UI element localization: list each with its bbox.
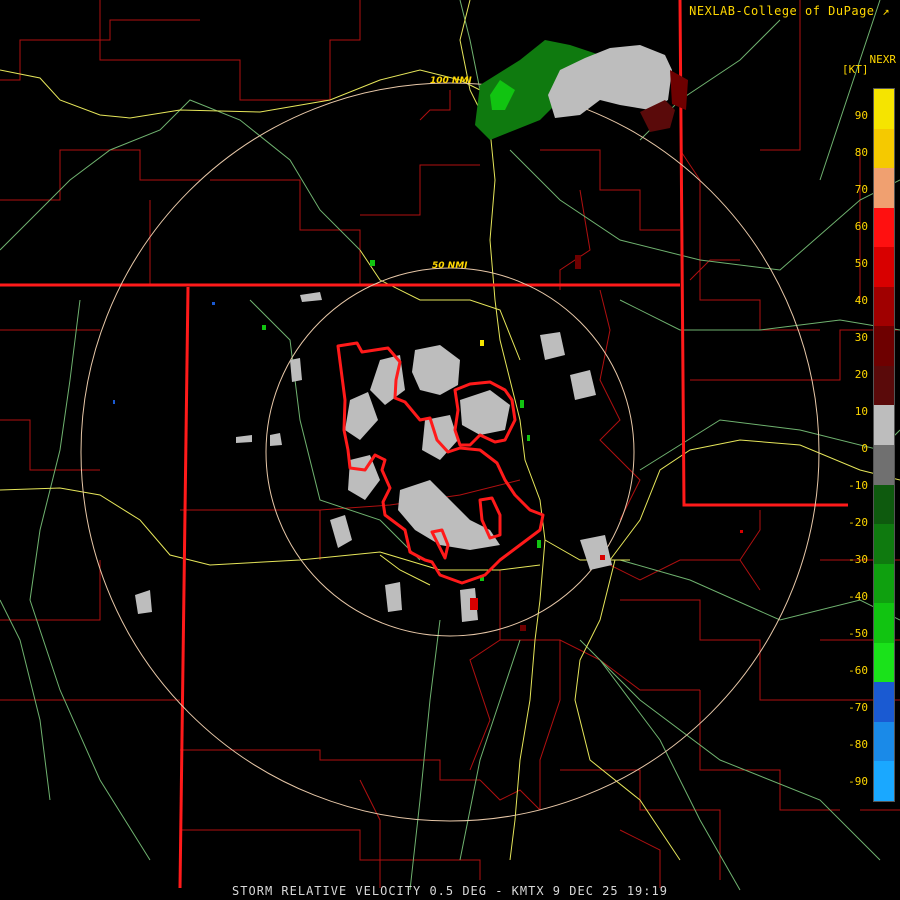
colorbar-tick-label: -10 <box>848 479 868 492</box>
colorbar-segment <box>874 682 894 723</box>
colorbar-tick-label: 10 <box>854 405 868 418</box>
product-code: NEXR <box>869 53 897 66</box>
colorbar-segment <box>874 445 894 486</box>
colorbar-segment <box>874 563 894 604</box>
colorbar-segment <box>874 286 894 327</box>
external-link-icon: ↗ <box>882 4 890 18</box>
colorbar-tick-label: 80 <box>854 146 868 159</box>
range-label-50: 50 NMI <box>432 261 468 271</box>
colorbar-tick-label: 30 <box>854 331 868 344</box>
colorbar-tick-label: 60 <box>854 220 868 233</box>
colorbar-segment <box>874 365 894 406</box>
range-label-100: 100 NMI <box>430 76 472 86</box>
colorbar-tick-label: 50 <box>854 257 868 270</box>
colorbar-tick-label: 70 <box>854 183 868 196</box>
colorbar-segment <box>874 168 894 209</box>
colorbar-tick-label: -40 <box>848 590 868 603</box>
colorbar-segment <box>874 326 894 367</box>
product-title: STORM RELATIVE VELOCITY 0.5 DEG - KMTX 9… <box>232 884 668 898</box>
credit-text: NEXLAB-College of DuPage <box>689 4 875 18</box>
colorbar-segment <box>874 247 894 288</box>
colorbar-segment <box>874 207 894 248</box>
colorbar-tick-label: -80 <box>848 738 868 751</box>
credit-label: NEXLAB-College of DuPage ↗ <box>689 4 890 18</box>
colorbar-tick-label: 90 <box>854 109 868 122</box>
colorbar-segment <box>874 128 894 169</box>
radar-map: 100 NMI 50 NMI <box>0 0 900 900</box>
colorbar-segment <box>874 721 894 762</box>
colorbar-segment <box>874 642 894 683</box>
colorbar-tick-label: -90 <box>848 775 868 788</box>
colorbar-tick-label: 20 <box>854 368 868 381</box>
colorbar-tick-label: -30 <box>848 553 868 566</box>
colorbar-segment <box>874 89 894 130</box>
colorbar-tick-label: -60 <box>848 664 868 677</box>
colorbar-tick-label: -50 <box>848 627 868 640</box>
velocity-colorbar <box>873 88 895 802</box>
units-label: [KT] <box>842 63 869 76</box>
colorbar-tick-label: -70 <box>848 701 868 714</box>
colorbar-tick-label: 40 <box>854 294 868 307</box>
colorbar-segment <box>874 405 894 446</box>
colorbar-tick-label: 0 <box>861 442 868 455</box>
colorbar-segment <box>874 761 894 802</box>
colorbar-segment <box>874 524 894 565</box>
colorbar-tick-label: -20 <box>848 516 868 529</box>
colorbar-segment <box>874 484 894 525</box>
colorbar-segment <box>874 603 894 644</box>
